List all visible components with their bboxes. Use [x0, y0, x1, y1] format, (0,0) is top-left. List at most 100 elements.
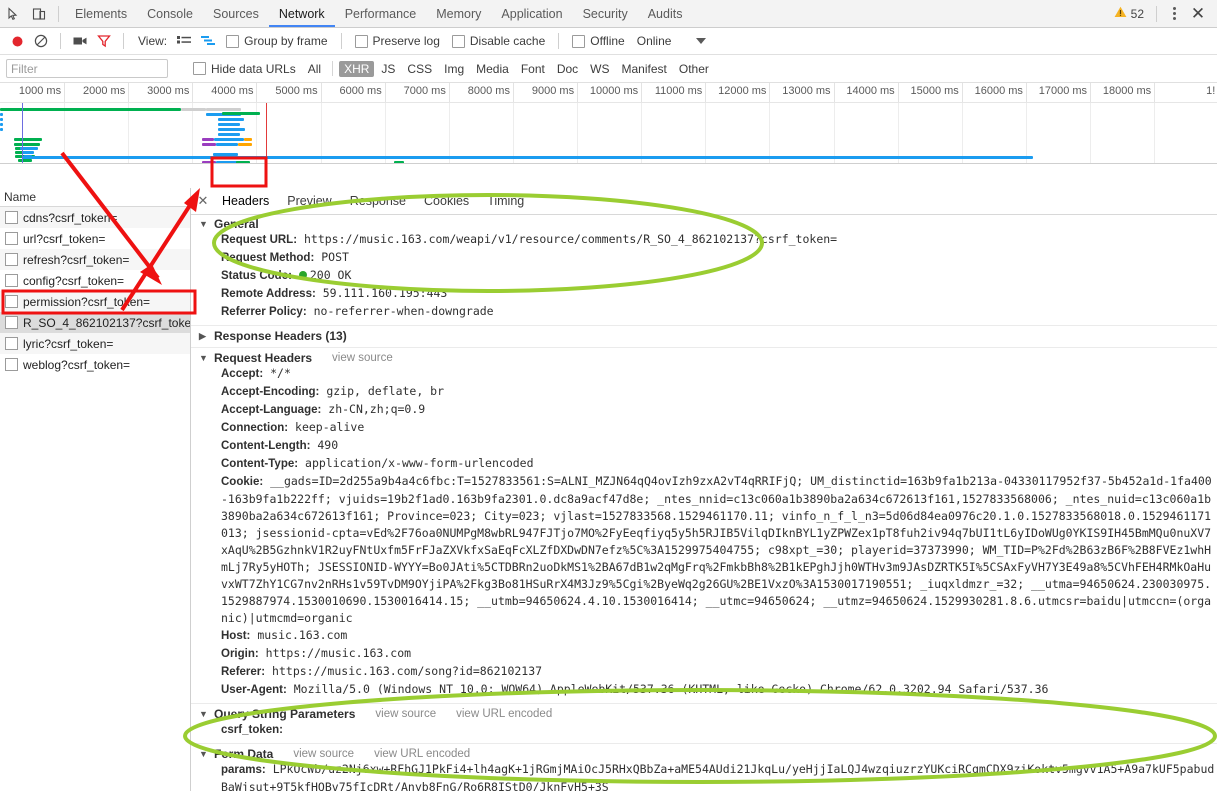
group-by-frame-checkbox[interactable] [226, 34, 240, 48]
overview-request-bar [218, 123, 240, 126]
close-devtools-icon[interactable]: ✕ [1185, 1, 1211, 27]
overview-tick: 10000 ms [590, 83, 643, 102]
tab-elements[interactable]: Elements [65, 1, 137, 27]
overview-tick-label: 5000 ms [275, 85, 318, 97]
filter-type-font[interactable]: Font [516, 61, 550, 77]
request-headers-section: ▼ Request Headers view source Accept: */… [191, 348, 1217, 704]
filter-type-doc[interactable]: Doc [552, 61, 583, 77]
disable-cache-checkbox[interactable] [451, 34, 465, 48]
request-headers-section-header[interactable]: ▼ Request Headers view source [199, 351, 1217, 365]
network-overview[interactable]: 1000 ms 2000 ms 3000 ms 4000 ms 5000 ms 6000 … [0, 83, 1217, 164]
overview-tick-label: 6000 ms [339, 85, 382, 97]
request-row[interactable]: refresh?csrf_token= [0, 249, 190, 270]
request-row-checkbox[interactable] [5, 337, 18, 350]
preserve-log-checkbox[interactable] [354, 34, 368, 48]
offline-checkbox[interactable] [572, 34, 586, 48]
device-toolbar-icon[interactable] [26, 1, 52, 27]
request-row-checkbox[interactable] [5, 211, 18, 224]
filter-type-img[interactable]: Img [439, 61, 469, 77]
filter-type-media[interactable]: Media [471, 61, 514, 77]
detail-tab-cookies[interactable]: Cookies [415, 189, 478, 214]
chevron-down-icon[interactable] [696, 38, 707, 44]
request-header-value: zh-CN,zh;q=0.9 [328, 402, 426, 416]
filter-type-xhr[interactable]: XHR [339, 60, 375, 77]
cookie-row: Cookie: __gads=ID=2d255a9b4a4c6fbc:T=152… [199, 473, 1217, 627]
clear-icon[interactable] [30, 30, 52, 52]
request-row-checkbox[interactable] [5, 253, 18, 266]
referrer-policy-key: Referrer Policy: [221, 306, 307, 318]
funnel-icon[interactable] [93, 30, 115, 52]
filter-type-css[interactable]: CSS [402, 61, 437, 77]
overview-tick: 1000 ms [19, 83, 66, 102]
query-string-view-source[interactable]: view source [375, 708, 436, 720]
tab-network[interactable]: Network [269, 1, 335, 27]
filter-type-manifest[interactable]: Manifest [617, 61, 672, 77]
tab-performance[interactable]: Performance [335, 1, 427, 27]
preserve-log-option[interactable]: Preserve log [350, 34, 445, 48]
general-row-request-url: Request URL: https://music.163.com/weapi… [199, 231, 1217, 249]
request-row[interactable]: cdns?csrf_token= [0, 207, 190, 228]
hide-data-urls-checkbox[interactable] [193, 62, 206, 75]
headers-content: ▼ General Request URL: https://music.163… [191, 214, 1217, 791]
overview-request-bar [202, 138, 214, 141]
general-section-header[interactable]: ▼ General [199, 217, 1217, 231]
request-row[interactable]: lyric?csrf_token= [0, 333, 190, 354]
list-view-icon[interactable] [173, 30, 195, 52]
filter-type-js[interactable]: JS [376, 61, 400, 77]
detail-tab-response[interactable]: Response [341, 189, 415, 214]
request-row-checkbox[interactable] [5, 295, 18, 308]
more-options-icon[interactable] [1163, 3, 1185, 25]
request-row-checkbox[interactable] [5, 274, 18, 287]
offline-option[interactable]: Offline [567, 34, 629, 48]
response-headers-section-header[interactable]: ▶ Response Headers (13) [199, 329, 1217, 343]
request-row[interactable]: R_SO_4_862102137?csrf_token= [0, 312, 190, 333]
filter-type-all[interactable]: All [303, 61, 326, 77]
request-header-key: Origin: [221, 648, 259, 660]
tab-application[interactable]: Application [491, 1, 572, 27]
form-data-section-header[interactable]: ▼ Form Data view source view URL encoded [199, 747, 1217, 761]
filter-input[interactable] [6, 59, 168, 78]
form-data-view-url-encoded[interactable]: view URL encoded [374, 748, 470, 760]
status-code-key: Status Code: [221, 270, 292, 282]
cookie-key: Cookie: [221, 476, 264, 488]
waterfall-view-icon[interactable] [197, 30, 219, 52]
close-detail-icon[interactable]: ✕ [193, 193, 213, 209]
filter-type-ws[interactable]: WS [585, 61, 614, 77]
form-data-view-source[interactable]: view source [293, 748, 354, 760]
overview-tick-label: 16000 ms [974, 85, 1023, 97]
request-list[interactable]: Name cdns?csrf_token= url?csrf_token= refr… [0, 188, 191, 791]
request-row[interactable]: weblog?csrf_token= [0, 354, 190, 375]
tabbar-right-divider [1156, 5, 1157, 22]
online-throttle-select[interactable]: Online [632, 34, 677, 48]
inspect-element-icon[interactable] [0, 1, 26, 27]
disable-cache-option[interactable]: Disable cache [447, 34, 550, 48]
filter-type-other[interactable]: Other [674, 61, 714, 77]
warning-counter[interactable]: 52 [1114, 6, 1150, 21]
camera-icon[interactable] [69, 30, 91, 52]
request-row[interactable]: permission?csrf_token= [0, 291, 190, 312]
overview-tick-label: 2000 ms [83, 85, 126, 97]
group-by-frame-option[interactable]: Group by frame [221, 34, 332, 48]
params-key: params: [221, 764, 266, 776]
net-toolbar-divider-1 [60, 33, 61, 49]
record-icon[interactable] [6, 30, 28, 52]
request-headers-view-source[interactable]: view source [332, 352, 393, 364]
request-row[interactable]: config?csrf_token= [0, 270, 190, 291]
hide-data-urls-option[interactable]: Hide data URLs [188, 62, 301, 76]
tab-audits[interactable]: Audits [638, 1, 693, 27]
tab-security[interactable]: Security [573, 1, 638, 27]
request-row-checkbox[interactable] [5, 358, 18, 371]
detail-tab-headers[interactable]: Headers [213, 189, 278, 214]
overview-request-bar [22, 151, 34, 154]
tab-sources[interactable]: Sources [203, 1, 269, 27]
overview-tick-label: 8000 ms [467, 85, 510, 97]
request-row-checkbox[interactable] [5, 232, 18, 245]
detail-tab-timing[interactable]: Timing [478, 189, 533, 214]
request-row-checkbox[interactable] [5, 316, 18, 329]
tab-console[interactable]: Console [137, 1, 203, 27]
query-string-view-url-encoded[interactable]: view URL encoded [456, 708, 552, 720]
detail-tab-preview[interactable]: Preview [278, 189, 340, 214]
request-row[interactable]: url?csrf_token= [0, 228, 190, 249]
tab-memory[interactable]: Memory [426, 1, 491, 27]
query-string-section-header[interactable]: ▼ Query String Parameters view source vi… [199, 707, 1217, 721]
